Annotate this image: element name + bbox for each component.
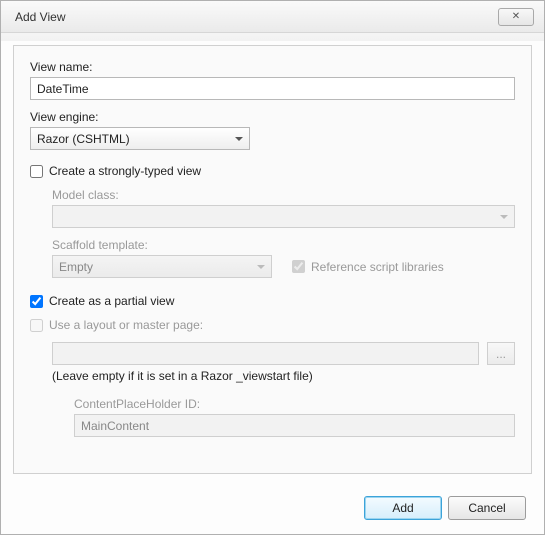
reference-scripts-label: Reference script libraries (311, 260, 444, 274)
button-bar: Add Cancel (1, 486, 544, 534)
model-class-group: Model class: (52, 188, 515, 228)
use-layout-checkbox (30, 319, 43, 332)
layout-path-input (52, 342, 479, 365)
dialog-title: Add View (15, 10, 65, 24)
partial-view-checkbox[interactable] (30, 295, 43, 308)
scaffold-value: Empty (59, 260, 93, 274)
use-layout-label: Use a layout or master page: (49, 318, 203, 332)
model-class-combo (52, 205, 515, 228)
add-button[interactable]: Add (364, 496, 442, 520)
reference-scripts-checkbox (292, 260, 305, 273)
scaffold-row: Empty Reference script libraries (52, 255, 515, 278)
add-view-dialog: Add View ✕ View name: View engine: Razor… (0, 0, 545, 535)
scaffold-select: Empty (52, 255, 272, 278)
view-engine-select[interactable]: Razor (CSHTML) (30, 127, 250, 150)
use-layout-row: Use a layout or master page: (30, 318, 515, 332)
browse-label: ... (496, 347, 506, 361)
chevron-down-icon (500, 215, 508, 219)
browse-button: ... (487, 342, 515, 365)
strongly-typed-checkbox[interactable] (30, 165, 43, 178)
view-engine-value: Razor (CSHTML) (37, 132, 130, 146)
view-name-label: View name: (30, 60, 515, 74)
dialog-content: View name: View engine: Razor (CSHTML) C… (13, 45, 532, 474)
strongly-typed-row: Create a strongly-typed view (30, 164, 515, 178)
view-engine-group: View engine: Razor (CSHTML) (30, 110, 515, 150)
scaffold-label: Scaffold template: (52, 238, 515, 252)
reference-scripts-row: Reference script libraries (292, 260, 444, 274)
view-engine-label: View engine: (30, 110, 515, 124)
placeholder-label: ContentPlaceHolder ID: (74, 397, 515, 411)
scaffold-group: Scaffold template: Empty Reference scrip… (52, 238, 515, 278)
layout-path-row: ... (52, 342, 515, 365)
close-icon: ✕ (512, 11, 520, 22)
close-button[interactable]: ✕ (498, 8, 534, 26)
partial-view-row: Create as a partial view (30, 294, 515, 308)
placeholder-input (74, 414, 515, 437)
strongly-typed-label: Create a strongly-typed view (49, 164, 201, 178)
view-name-group: View name: (30, 60, 515, 100)
view-name-input[interactable] (30, 77, 515, 100)
cancel-button[interactable]: Cancel (448, 496, 526, 520)
placeholder-group: ContentPlaceHolder ID: (74, 397, 515, 437)
model-class-label: Model class: (52, 188, 515, 202)
layout-hint: (Leave empty if it is set in a Razor _vi… (52, 369, 515, 383)
partial-view-label: Create as a partial view (49, 294, 174, 308)
chevron-down-icon (257, 265, 265, 269)
titlebar: Add View ✕ (1, 1, 544, 33)
chevron-down-icon (235, 137, 243, 141)
layout-path-group: ... (Leave empty if it is set in a Razor… (52, 342, 515, 383)
